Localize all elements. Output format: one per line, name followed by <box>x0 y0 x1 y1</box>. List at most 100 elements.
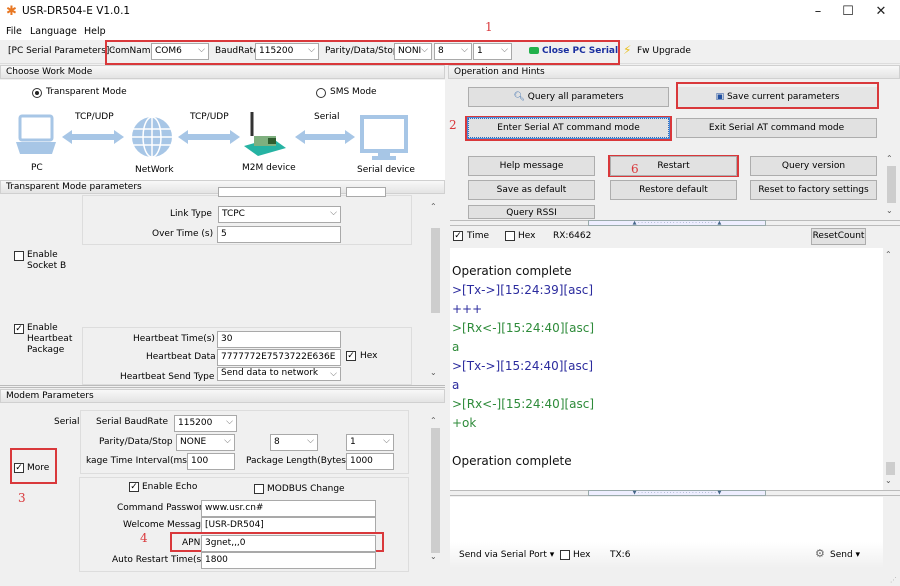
sms-mode-radio[interactable] <box>316 88 326 98</box>
rx-hex-label: Hex <box>518 231 536 241</box>
receive-log-scrollbar[interactable]: ⌃ ⌄ <box>883 248 897 490</box>
transparent-params-panel: Link Type TCPC ⌵ Over Time (s) 5 Enable S… <box>0 187 445 385</box>
log-line-tx: >[Tx->][15:24:39][asc] <box>452 283 594 297</box>
save-current-parameters-button[interactable]: ▣ Save current parameters <box>678 87 877 107</box>
m2m-device-label: M2M device <box>242 163 296 173</box>
serial-device-label: Serial device <box>357 165 415 175</box>
tx-hex-label: Hex <box>573 550 591 560</box>
transparent-params-scrollbar[interactable]: ⌃ ⌄ <box>428 200 442 380</box>
log-line-info: Operation complete <box>452 454 572 468</box>
parity-label: Parity/Data/Stop <box>325 46 399 56</box>
receive-log[interactable]: Operation complete >[Tx->][15:24:39][asc]… <box>450 248 883 490</box>
menu-language[interactable]: Language <box>30 26 77 37</box>
restore-default-button[interactable]: Restore default <box>610 180 737 200</box>
more-checkbox[interactable]: ✓ <box>14 463 24 473</box>
close-pc-serial-button[interactable]: Close PC Serial <box>542 46 618 56</box>
enable-echo-checkbox[interactable]: ✓ <box>129 482 139 492</box>
tx-hex-checkbox[interactable] <box>560 550 570 560</box>
annotation-1: 1 <box>485 20 493 34</box>
parity-select[interactable]: NONI ⌵ <box>394 43 432 60</box>
modem-stop-bits-select[interactable]: 1 ⌵ <box>346 434 394 451</box>
data-bits-select[interactable]: 8 ⌵ <box>434 43 472 60</box>
log-line-rx: +ok <box>452 416 477 430</box>
serial-status-led-icon <box>529 47 539 54</box>
send-via-dropdown[interactable]: Send via Serial Port ▾ <box>459 550 554 560</box>
maximize-button[interactable]: ☐ <box>833 2 863 22</box>
send-input[interactable] <box>450 497 883 542</box>
reset-count-button[interactable]: ResetCount <box>811 228 866 245</box>
laptop-pc-icon <box>16 114 56 154</box>
modem-parity-select[interactable]: NONE ⌵ <box>176 434 235 451</box>
serial-baudrate-label: Serial BaudRate <box>96 417 169 427</box>
reset-factory-button[interactable]: Reset to factory settings <box>750 180 877 200</box>
heartbeat-hex-checkbox[interactable]: ✓ <box>346 351 356 361</box>
heartbeat-time-input[interactable]: 30 <box>217 331 341 348</box>
resize-grip-icon[interactable]: ⋰ <box>890 576 897 584</box>
work-mode-panel: Transparent Mode SMS Mode PC TCP/UDP Net… <box>0 80 445 180</box>
package-interval-input[interactable]: 100 <box>187 453 235 470</box>
link-type-label: Link Type <box>170 209 212 219</box>
lightning-icon: ⚡ <box>623 43 632 57</box>
time-checkbox[interactable]: ✓ <box>453 231 463 241</box>
operation-splitter[interactable]: ▲ · · · · · · · · · · · · · · · · · · · … <box>450 220 900 226</box>
modem-data-bits-select[interactable]: 8 ⌵ <box>270 434 318 451</box>
enter-at-mode-button[interactable]: Enter Serial AT command mode <box>467 117 670 139</box>
link-type-select[interactable]: TCPC ⌵ <box>218 206 341 223</box>
link2-label: TCP/UDP <box>190 112 229 122</box>
restart-button[interactable]: Restart <box>610 156 737 176</box>
panel-splitter[interactable] <box>0 385 445 388</box>
annotation-2: 2 <box>449 118 457 132</box>
comname-select[interactable]: COM6 ⌵ <box>151 43 209 60</box>
save-as-default-button[interactable]: Save as default <box>468 180 595 200</box>
bidirectional-arrow-icon <box>178 130 240 144</box>
auto-restart-input[interactable]: 1800 <box>201 552 376 569</box>
link3-label: Serial <box>314 112 340 122</box>
heartbeat-data-label: Heartbeat Data <box>146 352 216 362</box>
log-line-tx: +++ <box>452 302 483 316</box>
exit-at-mode-button[interactable]: Exit Serial AT command mode <box>676 118 877 138</box>
rx-hex-checkbox[interactable] <box>505 231 515 241</box>
package-length-input[interactable]: 1000 <box>346 453 394 470</box>
comname-label: ComName <box>109 46 157 56</box>
log-line-info: Operation complete <box>452 264 572 278</box>
fw-upgrade-button[interactable]: Fw Upgrade <box>637 46 691 56</box>
query-all-parameters-button[interactable]: 🔍︎ Query all parameters <box>468 87 669 107</box>
enable-heartbeat-checkbox[interactable]: ✓ <box>14 324 24 334</box>
modbus-change-checkbox[interactable] <box>254 484 264 494</box>
heartbeat-send-type-select[interactable]: Send data to network ⌵ <box>217 367 341 381</box>
baudrate-select[interactable]: 115200 ⌵ <box>255 43 319 60</box>
stop-bits-select[interactable]: 1 ⌵ <box>473 43 512 60</box>
minimize-button[interactable]: – <box>803 2 833 22</box>
query-version-button[interactable]: Query version <box>750 156 877 176</box>
modem-params-scrollbar[interactable]: ⌃ ⌄ <box>428 414 442 564</box>
log-line-rx: >[Rx<-][15:24:40][asc] <box>452 321 595 335</box>
network-label: NetWork <box>135 165 174 175</box>
query-rssi-button[interactable]: Query RSSI <box>468 205 595 219</box>
modem-params-panel: Serial Serial BaudRate 115200 ⌵ Parity/Da… <box>0 404 445 574</box>
apn-input[interactable]: 3gnet,,,0 <box>201 535 376 552</box>
enable-socket-b-checkbox[interactable] <box>14 251 24 261</box>
menu-bar: File Language Help <box>0 24 900 40</box>
send-button[interactable]: Send ▾ <box>830 550 860 560</box>
enable-socket-b-label: Enable Socket B <box>27 250 67 271</box>
over-time-label: Over Time (s) <box>152 229 214 239</box>
more-label: More <box>27 463 50 473</box>
log-line-tx: a <box>452 378 460 392</box>
globe-network-icon <box>132 116 172 158</box>
heartbeat-send-type-label: Heartbeat Send Type <box>120 372 215 382</box>
over-time-input[interactable]: 5 <box>217 226 341 243</box>
cut-field <box>218 187 341 197</box>
receive-send-splitter[interactable]: ▼ · · · · · · · · · · · · · · · · · · · … <box>450 490 900 496</box>
work-mode-header: Choose Work Mode <box>0 65 445 79</box>
operation-header: Operation and Hints <box>448 65 900 79</box>
command-password-input[interactable]: www.usr.cn# <box>201 500 376 517</box>
help-message-button[interactable]: Help message <box>468 156 595 176</box>
transparent-mode-radio[interactable] <box>32 88 42 98</box>
operation-scrollbar[interactable]: ⌃ ⌄ <box>884 153 898 219</box>
heartbeat-data-input[interactable]: 7777772E7573722E636E <box>217 349 341 366</box>
close-button[interactable]: ✕ <box>866 2 896 22</box>
menu-help[interactable]: Help <box>84 26 106 37</box>
menu-file[interactable]: File <box>6 26 22 37</box>
serial-baudrate-select[interactable]: 115200 ⌵ <box>174 415 237 432</box>
annotation-3: 3 <box>18 491 26 505</box>
